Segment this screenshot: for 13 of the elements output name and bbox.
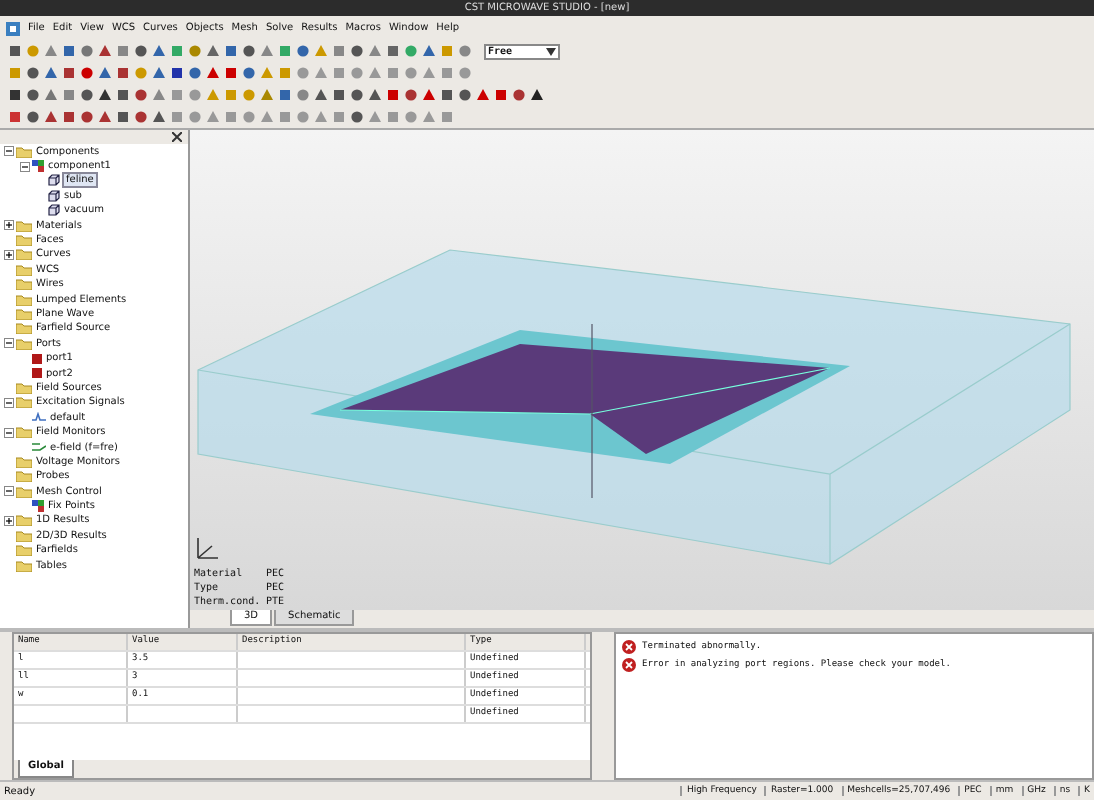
close-icon[interactable] — [172, 132, 182, 142]
error-icon — [622, 639, 636, 653]
expander-icon[interactable] — [4, 249, 14, 260]
axes-icon — [194, 534, 222, 562]
error-icon — [622, 657, 636, 671]
app-icon — [6, 21, 20, 35]
monitor-icon — [32, 442, 46, 452]
expander-icon[interactable] — [4, 220, 14, 231]
signal-icon — [32, 412, 46, 423]
component-icon — [32, 160, 44, 173]
component-icon — [32, 500, 44, 513]
expander-icon[interactable] — [4, 515, 14, 526]
caret-icon — [546, 47, 556, 55]
